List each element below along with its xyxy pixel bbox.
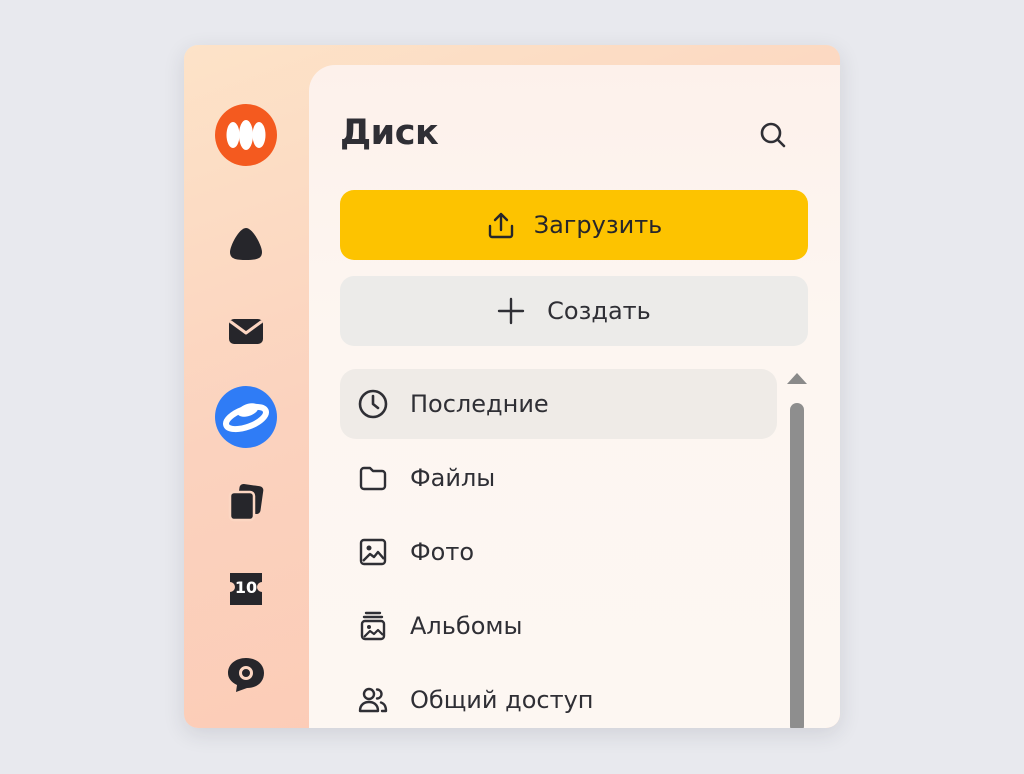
rail-item-documents[interactable] [213, 469, 279, 535]
upload-label: Загрузить [533, 211, 663, 239]
create-button[interactable]: Создать [340, 276, 808, 346]
disk-panel: Диск Загрузить Создать Последние Файлы Ф… [309, 65, 840, 728]
search-icon [760, 122, 786, 148]
app-window: 10 Диск Загрузить Создать Последние Файл… [184, 45, 840, 728]
album-icon [356, 609, 390, 643]
nav-scrollbar[interactable] [783, 373, 809, 728]
rail-item-messenger[interactable] [213, 641, 279, 707]
clock-icon [356, 387, 390, 421]
nav-item-label: Общий доступ [410, 686, 594, 714]
nav-item-files[interactable]: Файлы [340, 443, 777, 513]
rail-item-mail[interactable] [213, 298, 279, 364]
nav-item-photo[interactable]: Фото [340, 517, 777, 587]
documents-icon [228, 483, 264, 522]
calendar-badge: 10 [234, 578, 258, 597]
yandex-360-logo[interactable] [213, 102, 279, 168]
create-label: Создать [547, 297, 651, 325]
nav-item-shared[interactable]: Общий доступ [340, 665, 777, 728]
scroll-thumb[interactable] [790, 403, 804, 728]
mail-icon [229, 319, 263, 344]
nav-item-label: Файлы [410, 464, 496, 492]
plus-icon [497, 297, 525, 325]
yandex-360-icon [215, 104, 277, 166]
rail-item-calendar[interactable]: 10 [213, 556, 279, 622]
rail-item-disk[interactable] [213, 384, 279, 450]
nav-item-label: Фото [410, 538, 475, 566]
messenger-icon [228, 658, 264, 692]
nav-item-recent[interactable]: Последние [340, 369, 777, 439]
search-button[interactable] [753, 115, 793, 155]
nav-item-label: Альбомы [410, 612, 523, 640]
photo-icon [356, 535, 390, 569]
nav-item-albums[interactable]: Альбомы [340, 591, 777, 661]
services-rail: 10 [184, 45, 309, 728]
upload-icon [488, 212, 513, 239]
upload-button[interactable]: Загрузить [340, 190, 808, 260]
nav-item-label: Последние [410, 390, 549, 418]
page-title: Диск [340, 113, 439, 153]
disk-icon [215, 386, 277, 448]
shared-users-icon [356, 683, 390, 717]
rail-item-cloud[interactable] [213, 211, 279, 277]
folder-icon [356, 461, 390, 495]
scroll-up-arrow-icon[interactable] [787, 373, 807, 384]
cloud-icon [230, 228, 262, 260]
